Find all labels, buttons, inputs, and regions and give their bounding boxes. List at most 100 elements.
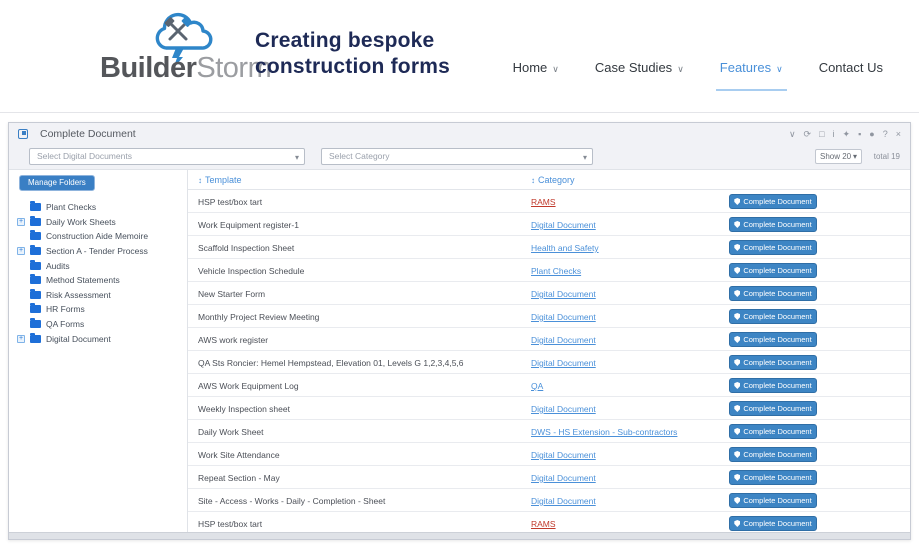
template-cell: Work Equipment register-1 — [198, 220, 299, 230]
complete-document-button[interactable]: Complete Document — [729, 516, 817, 531]
category-link[interactable]: Digital Document — [531, 473, 596, 483]
template-cell: AWS work register — [198, 335, 268, 345]
sidebar-folder-risk-assessment[interactable]: Risk Assessment — [17, 288, 185, 303]
category-link[interactable]: Health and Safety — [531, 243, 599, 253]
expand-icon[interactable]: + — [17, 335, 25, 343]
category-link[interactable]: Digital Document — [531, 450, 596, 460]
category-link[interactable]: Digital Document — [531, 404, 596, 414]
table-row: New Starter Form Digital Document Comple… — [188, 282, 910, 305]
table-row: Weekly Inspection sheet Digital Document… — [188, 397, 910, 420]
category-link[interactable]: Digital Document — [531, 335, 596, 345]
sidebar-folder-qa-forms[interactable]: QA Forms — [17, 317, 185, 332]
expand-icon[interactable]: + — [17, 218, 25, 226]
show-page-size-select[interactable]: Show 20 ▾ — [815, 149, 862, 164]
folder-label: Construction Aide Memoire — [46, 231, 148, 241]
sidebar-folder-audits[interactable]: Audits — [17, 258, 185, 273]
chevron-down-icon: ∨ — [552, 64, 559, 74]
complete-document-button[interactable]: Complete Document — [729, 217, 817, 232]
refresh-icon[interactable]: ⟳ — [804, 130, 812, 139]
builderstorm-logo[interactable]: BuilderStorm — [100, 6, 280, 102]
table-row: AWS work register Digital Document Compl… — [188, 328, 910, 351]
folder-sidebar: Manage Folders Plant Checks + Daily Work… — [9, 170, 187, 532]
template-cell: Repeat Section - May — [198, 473, 280, 483]
category-link[interactable]: Digital Document — [531, 496, 596, 506]
chevron-down-icon: ▾ — [583, 150, 587, 165]
complete-document-button[interactable]: Complete Document — [729, 470, 817, 485]
folder-label: Digital Document — [46, 334, 111, 344]
category-link[interactable]: Digital Document — [531, 289, 596, 299]
button-label: Complete Document — [743, 473, 811, 482]
column-header-category[interactable]: ↕Category — [531, 175, 575, 185]
select-category[interactable]: Select Category ▾ — [321, 148, 593, 165]
nav-label: Home — [513, 60, 548, 75]
main-nav: Home ∨ Case Studies∨ Features∨ Contact Us — [513, 60, 883, 75]
table-header: ↕Template ↕Category — [188, 170, 910, 190]
column-label: Category — [538, 175, 575, 185]
help-icon[interactable]: ? — [883, 130, 888, 139]
complete-document-button[interactable]: Complete Document — [729, 378, 817, 393]
button-label: Complete Document — [743, 289, 811, 298]
complete-document-button[interactable]: Complete Document — [729, 309, 817, 324]
category-link[interactable]: RAMS — [531, 197, 556, 207]
category-link[interactable]: RAMS — [531, 519, 556, 529]
panel-scrollbar[interactable] — [9, 532, 910, 539]
category-link[interactable]: QA — [531, 381, 543, 391]
folder-icon — [30, 218, 41, 226]
sidebar-folder-hr-forms[interactable]: HR Forms — [17, 302, 185, 317]
key-icon[interactable]: ✦ — [843, 130, 851, 139]
header-divider — [0, 112, 919, 113]
folder-label: QA Forms — [46, 319, 84, 329]
nav-item-contact-us[interactable]: Contact Us — [819, 60, 883, 75]
folder-icon — [30, 291, 41, 299]
logo-builder-text: Builder — [100, 52, 196, 84]
info-icon[interactable]: i — [833, 130, 835, 139]
nav-item-case-studies[interactable]: Case Studies∨ — [595, 60, 684, 75]
template-cell: HSP test/box tart — [198, 519, 262, 529]
shield-icon — [734, 244, 740, 251]
select-digital-documents[interactable]: Select Digital Documents ▾ — [29, 148, 305, 165]
category-link[interactable]: Plant Checks — [531, 266, 581, 276]
complete-document-button[interactable]: Complete Document — [729, 401, 817, 416]
sidebar-folder-plant-checks[interactable]: Plant Checks — [17, 200, 185, 215]
sidebar-folder-digital-document[interactable]: + Digital Document — [17, 331, 185, 346]
sidebar-folder-method-statements[interactable]: Method Statements — [17, 273, 185, 288]
camera-icon[interactable]: ▪ — [858, 130, 861, 139]
shield-icon — [734, 198, 740, 205]
category-link[interactable]: DWS - HS Extension - Sub-contractors — [531, 427, 677, 437]
complete-document-button[interactable]: Complete Document — [729, 194, 817, 209]
category-link[interactable]: Digital Document — [531, 220, 596, 230]
complete-document-button[interactable]: Complete Document — [729, 493, 817, 508]
folder-icon — [30, 203, 41, 211]
folder-icon — [30, 262, 41, 270]
complete-document-button[interactable]: Complete Document — [729, 355, 817, 370]
complete-document-button[interactable]: Complete Document — [729, 424, 817, 439]
category-link[interactable]: Digital Document — [531, 358, 596, 368]
lock-icon[interactable]: □ — [819, 130, 824, 139]
nav-item-home[interactable]: Home ∨ — [513, 60, 559, 75]
chevron-down-icon: ∨ — [776, 64, 783, 74]
sidebar-folder-construction-aide-memoire[interactable]: Construction Aide Memoire — [17, 229, 185, 244]
button-label: Complete Document — [743, 358, 811, 367]
panel-title: Complete Document — [40, 128, 136, 140]
nav-item-features[interactable]: Features∨ — [720, 60, 783, 75]
folder-icon — [30, 320, 41, 328]
manage-folders-button[interactable]: Manage Folders — [19, 175, 95, 191]
chevron-down-icon[interactable]: ∨ — [789, 130, 796, 139]
complete-document-button[interactable]: Complete Document — [729, 447, 817, 462]
shield-icon — [734, 267, 740, 274]
sidebar-folder-section-a-tender-process[interactable]: + Section A - Tender Process — [17, 244, 185, 259]
sidebar-folder-daily-work-sheets[interactable]: + Daily Work Sheets — [17, 215, 185, 230]
template-cell: HSP test/box tart — [198, 197, 262, 207]
sort-icon: ↕ — [198, 176, 202, 185]
complete-document-button[interactable]: Complete Document — [729, 240, 817, 255]
expand-icon[interactable]: + — [17, 247, 25, 255]
complete-document-button[interactable]: Complete Document — [729, 263, 817, 278]
complete-document-button[interactable]: Complete Document — [729, 286, 817, 301]
print-icon[interactable]: ● — [869, 130, 874, 139]
complete-document-button[interactable]: Complete Document — [729, 332, 817, 347]
shield-icon — [734, 428, 740, 435]
close-icon[interactable]: × — [896, 130, 901, 139]
category-link[interactable]: Digital Document — [531, 312, 596, 322]
column-header-template[interactable]: ↕Template — [198, 175, 242, 185]
folder-icon — [30, 232, 41, 240]
